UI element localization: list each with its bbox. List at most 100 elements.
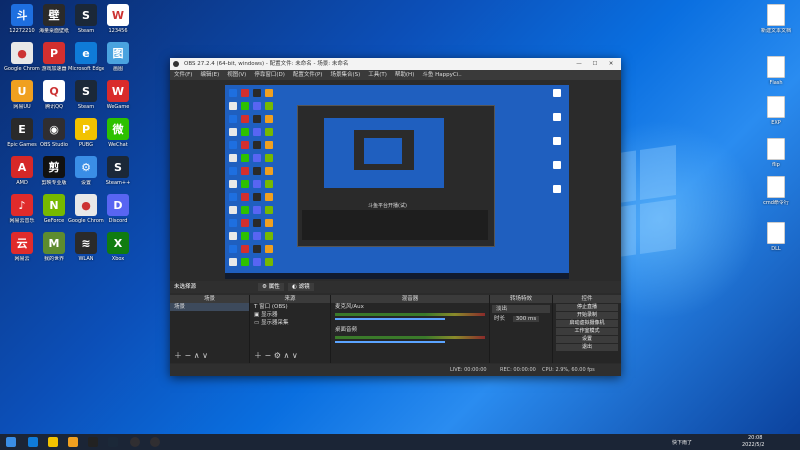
desktop-icon[interactable]: E Epic Games xyxy=(4,118,40,148)
menu-item[interactable]: 斗鱼 HappyCi.. xyxy=(422,70,461,80)
desktop-icon[interactable]: ⚙ 设置 xyxy=(68,156,104,186)
explorer-taskbar-icon[interactable] xyxy=(48,437,58,447)
desktop-icon[interactable]: ◉ OBS Studio xyxy=(36,118,72,148)
desktop-icon-label: 腾讯QQ xyxy=(45,104,63,110)
desktop-icon[interactable]: 云网易云 xyxy=(4,232,40,262)
scene-item[interactable]: 场景 xyxy=(170,303,249,311)
menu-item[interactable]: 配置文件(P) xyxy=(293,70,323,80)
desktop-icon[interactable]: P 游戏加速器 xyxy=(36,42,72,72)
desktop-file-icon[interactable]: Flash xyxy=(758,56,794,86)
desktop-icon[interactable]: N GeForce xyxy=(36,194,72,224)
app-icon: Q xyxy=(43,80,65,102)
image-source-icon: ▣ xyxy=(254,312,261,318)
obs-taskbar-icon-2[interactable] xyxy=(150,437,160,447)
desktop-icon[interactable]: U 网易UU xyxy=(4,80,40,110)
steam-taskbar-icon[interactable] xyxy=(108,437,118,447)
preview-desktop-icon xyxy=(241,258,249,266)
menu-item[interactable]: 文件(F) xyxy=(174,70,192,80)
preview-desktop-file xyxy=(553,137,561,145)
desktop-icon[interactable]: 斗 12272210 xyxy=(4,4,40,34)
maximize-button[interactable]: ☐ xyxy=(587,58,603,70)
source-item[interactable]: ▭ 显示器采集 xyxy=(250,319,330,327)
studio-mode-button[interactable]: 工作室模式 xyxy=(556,328,618,335)
desktop-icon[interactable]: ● Google Chrome xyxy=(4,42,40,72)
desktop-icon[interactable]: S Steam++ xyxy=(100,156,136,186)
desktop-icon-label: 剪映专业版 xyxy=(41,180,67,186)
settings-button[interactable]: 设置 xyxy=(556,336,618,343)
stop-streaming-button[interactable]: 停止直播 xyxy=(556,304,618,311)
obs-window[interactable]: OBS 27.2.4 (64-bit, windows) - 配置文件: 未命名… xyxy=(170,58,621,376)
controls-dock: 控件 停止直播 开始录制 启动虚拟摄像机 工作室模式 设置 退出 xyxy=(553,295,621,363)
desktop-file-icon[interactable]: EXP xyxy=(758,96,794,126)
desktop-icon[interactable]: W WeGame xyxy=(100,80,136,110)
app-icon: e xyxy=(75,42,97,64)
source-item[interactable]: ▣ 显示器 xyxy=(250,311,330,319)
desktop-icon[interactable]: Q 腾讯QQ xyxy=(36,80,72,110)
desktop-icon[interactable]: D Discord xyxy=(100,194,136,224)
desktop-icon-label: 网易云音乐 xyxy=(9,218,35,224)
preview-desktop-icon xyxy=(253,258,261,266)
source-toolbar: 未选择源 ⚙ 属性 ◐ 滤镜 xyxy=(170,281,621,293)
close-button[interactable]: ✕ xyxy=(603,58,619,70)
desktop-icon[interactable]: X Xbox xyxy=(100,232,136,262)
desktop-icon[interactable]: M 我的世界 xyxy=(36,232,72,262)
minimize-button[interactable]: — xyxy=(571,58,587,70)
desktop-icon-label: 网易云 xyxy=(14,256,30,262)
source-item[interactable]: T 窗口 (OBS) xyxy=(250,303,330,311)
scene-controls[interactable]: ＋ − ∧ ∨ xyxy=(174,350,208,361)
desktop-icon[interactable]: W 123456 xyxy=(100,4,136,34)
clock-time[interactable]: 20:08 xyxy=(748,435,762,441)
desktop-icon[interactable]: A AMD xyxy=(4,156,40,186)
desktop-icon[interactable]: ≋ WLAN xyxy=(68,232,104,262)
menu-item[interactable]: 帮助(H) xyxy=(395,70,414,80)
filters-button[interactable]: ◐ 滤镜 xyxy=(288,283,314,291)
desktop-file-icon[interactable]: DLL xyxy=(758,222,794,252)
preview-desktop-file xyxy=(553,113,561,121)
preview-desktop-icon xyxy=(253,232,261,240)
preview-desktop-icon xyxy=(253,115,261,123)
desktop-icon[interactable]: S Steam xyxy=(68,80,104,110)
menu-item[interactable]: 工具(T) xyxy=(368,70,387,80)
desktop-icon[interactable]: S Steam xyxy=(68,4,104,34)
desktop-file-icon[interactable]: flip xyxy=(758,138,794,168)
edge-taskbar-icon[interactable] xyxy=(28,437,38,447)
weather-text[interactable]: 快下雨了 xyxy=(672,439,692,446)
preview-desktop-icon xyxy=(241,206,249,214)
start-recording-button[interactable]: 开始录制 xyxy=(556,312,618,319)
volume-slider[interactable] xyxy=(335,341,445,343)
preview-desktop-icon xyxy=(229,141,237,149)
menu-item[interactable]: 停靠窗口(D) xyxy=(254,70,285,80)
obs-taskbar-icon[interactable] xyxy=(130,437,140,447)
clock-date[interactable]: 2022/5/2 xyxy=(742,442,764,448)
desktop-icon[interactable]: 微 WeChat xyxy=(100,118,136,148)
terminal-taskbar-icon[interactable] xyxy=(88,437,98,447)
audio-meter xyxy=(335,313,485,316)
duration-row[interactable]: 时长 300 ms xyxy=(490,315,552,323)
start-icon[interactable] xyxy=(6,437,16,447)
desktop-icon[interactable]: 图画图 xyxy=(100,42,136,72)
desktop-icon[interactable]: ● Google Chrome xyxy=(68,194,104,224)
preview-desktop-icon xyxy=(229,128,237,136)
menu-item[interactable]: 编辑(E) xyxy=(200,70,219,80)
app-icon: 壁 xyxy=(43,4,65,26)
window-titlebar[interactable]: OBS 27.2.4 (64-bit, windows) - 配置文件: 未命名… xyxy=(170,58,621,70)
source-controls[interactable]: ＋ − ⚙ ∧ ∨ xyxy=(254,350,298,361)
preview-canvas[interactable]: 斗鱼平台开播(试) xyxy=(225,85,569,279)
desktop-icon[interactable]: ♪ 网易云音乐 xyxy=(4,194,40,224)
desktop-icon[interactable]: 剪剪映专业版 xyxy=(36,156,72,186)
menu-item[interactable]: 视图(V) xyxy=(227,70,246,80)
desktop-file-icon[interactable]: cmd命令行 xyxy=(758,176,794,206)
desktop-icon[interactable]: e Microsoft Edge xyxy=(68,42,104,72)
app-taskbar-icon[interactable] xyxy=(68,437,78,447)
volume-slider[interactable] xyxy=(335,318,445,320)
desktop-icon[interactable]: 壁海量桌面壁纸 xyxy=(36,4,72,34)
preview-desktop-icon xyxy=(241,193,249,201)
exit-button[interactable]: 退出 xyxy=(556,344,618,351)
desktop-file-icon[interactable]: 新建文本文档 xyxy=(758,4,794,34)
menu-item[interactable]: 场景集合(S) xyxy=(330,70,360,80)
virtual-camera-button[interactable]: 启动虚拟摄像机 xyxy=(556,320,618,327)
transition-select[interactable]: 淡出 xyxy=(492,305,550,313)
properties-button[interactable]: ⚙ 属性 xyxy=(258,283,284,291)
document-icon xyxy=(767,222,785,244)
desktop-icon[interactable]: P PUBG xyxy=(68,118,104,148)
